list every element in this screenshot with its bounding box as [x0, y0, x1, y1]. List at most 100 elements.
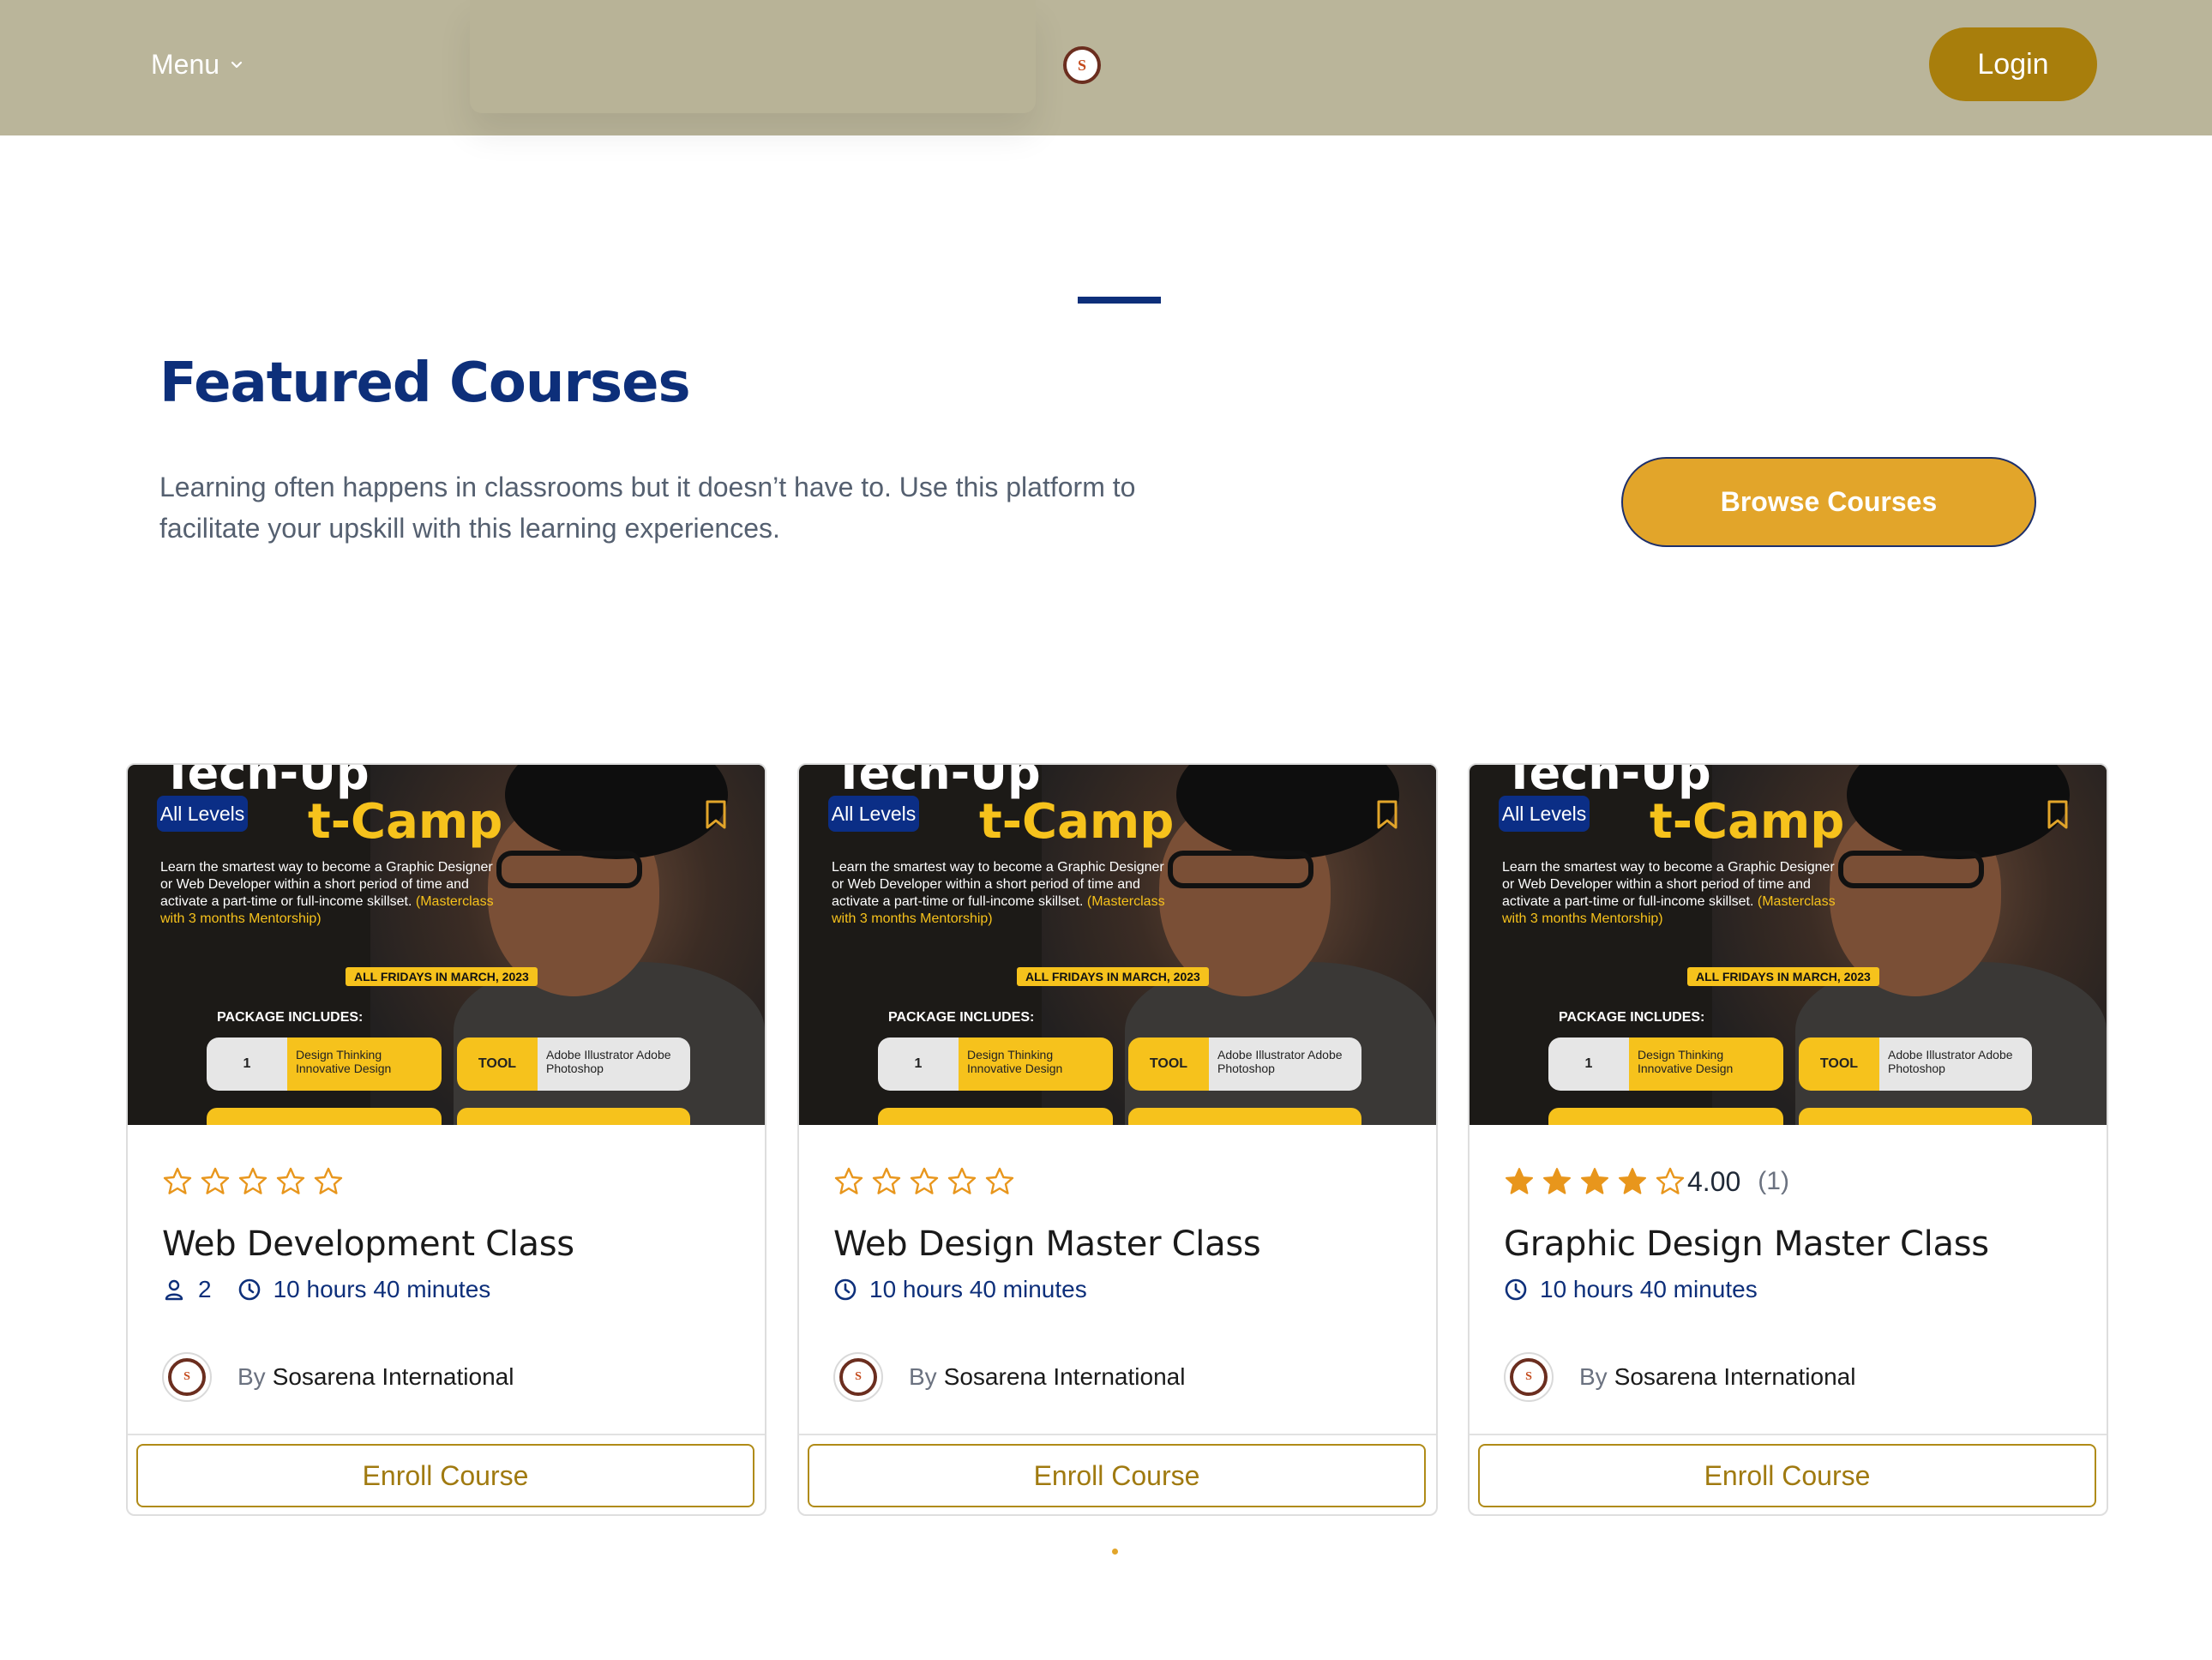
author-line: By Sosarena International — [237, 1363, 514, 1391]
course-title[interactable]: Web Design Master Class — [833, 1224, 1261, 1264]
author-name[interactable]: Sosarena International — [273, 1363, 514, 1390]
course-card-2: Tech-Up t-Camp Learn the smartest way to… — [797, 763, 1438, 1516]
card-divider — [799, 1434, 1436, 1435]
student-count: 2 — [162, 1276, 212, 1303]
thumbnail-pill-design: 1 Design Thinking Innovative Design — [207, 1038, 442, 1091]
course-title[interactable]: Graphic Design Master Class — [1504, 1224, 1989, 1264]
enroll-course-button[interactable]: Enroll Course — [136, 1444, 754, 1507]
author-name[interactable]: Sosarena International — [944, 1363, 1186, 1390]
thumbnail-date-tag: ALL FRIDAYS IN MARCH, 2023 — [346, 967, 538, 986]
thumbnail-figure-glasses — [496, 851, 642, 888]
star-icon — [947, 1167, 977, 1194]
star-icon — [314, 1167, 343, 1194]
student-count-value: 2 — [198, 1276, 212, 1302]
thumbnail-pill-tag: TOOL — [457, 1038, 538, 1091]
bookmark-icon[interactable] — [2046, 799, 2070, 830]
chevron-down-icon — [231, 61, 243, 69]
thumbnail-pill-text: Adobe Illustrator Adobe Photoshop — [1879, 1038, 2032, 1091]
card-divider — [128, 1434, 765, 1435]
thumbnail-pill-design: 1 Design Thinking Innovative Design — [1548, 1038, 1783, 1091]
course-duration-value: 10 hours 40 minutes — [273, 1276, 491, 1302]
carousel-dot[interactable] — [1112, 1549, 1118, 1555]
star-icon — [163, 1167, 192, 1194]
author-line: By Sosarena International — [1579, 1363, 1855, 1391]
section-accent-line — [1078, 297, 1161, 304]
thumbnail-pill-partial — [1799, 1108, 2032, 1125]
author-name[interactable]: Sosarena International — [1614, 1363, 1856, 1390]
thumbnail-blurb: Learn the smartest way to become a Graph… — [832, 859, 1175, 928]
rating-stars — [833, 1164, 1015, 1199]
course-author: S By Sosarena International — [1504, 1351, 1855, 1403]
avatar[interactable]: S — [833, 1352, 883, 1402]
course-meta: 10 hours 40 minutes — [1504, 1272, 1758, 1307]
thumbnail-pill-text: Design Thinking Innovative Design — [1629, 1038, 1783, 1091]
thumbnail-package-label: PACKAGE INCLUDES: — [217, 1010, 364, 1025]
star-icon — [276, 1167, 305, 1194]
thumbnail-pill-partial — [878, 1108, 1113, 1125]
thumbnail-date-tag: ALL FRIDAYS IN MARCH, 2023 — [1687, 967, 1879, 986]
clock-icon — [834, 1278, 857, 1301]
author-by-label: By — [909, 1363, 937, 1390]
card-divider — [1470, 1434, 2107, 1435]
star-icon — [872, 1167, 901, 1194]
star-icon — [1543, 1168, 1571, 1194]
thumbnail-date-tag: ALL FRIDAYS IN MARCH, 2023 — [1017, 967, 1209, 986]
thumbnail-pill-tag: TOOL — [1799, 1038, 1879, 1091]
site-header: Menu S Login — [0, 0, 2212, 135]
course-duration-value: 10 hours 40 minutes — [869, 1276, 1087, 1302]
thumbnail-pill-number: 1 — [1548, 1038, 1629, 1091]
bookmark-icon[interactable] — [1375, 799, 1399, 830]
thumbnail-headline-camp: t-Camp — [308, 794, 503, 850]
course-thumbnail[interactable]: Tech-Up t-Camp Learn the smartest way to… — [128, 765, 765, 1125]
course-thumbnail[interactable]: Tech-Up t-Camp Learn the smartest way to… — [1470, 765, 2107, 1125]
star-icon — [985, 1167, 1014, 1194]
avatar[interactable]: S — [1504, 1352, 1554, 1402]
enroll-course-button[interactable]: Enroll Course — [1478, 1444, 2096, 1507]
star-icon — [238, 1167, 267, 1194]
login-button[interactable]: Login — [1929, 27, 2097, 101]
thumbnail-pill-partial — [1548, 1108, 1783, 1125]
enroll-course-button[interactable]: Enroll Course — [808, 1444, 1426, 1507]
rating-count: (1) — [1758, 1167, 1789, 1195]
rating-stars: 4.00 (1) — [1504, 1164, 1789, 1199]
course-card-3: Tech-Up t-Camp Learn the smartest way to… — [1468, 763, 2108, 1516]
thumbnail-pill-partial — [1128, 1108, 1361, 1125]
author-by-label: By — [1579, 1363, 1608, 1390]
thumbnail-pill-partial — [457, 1108, 690, 1125]
author-line: By Sosarena International — [909, 1363, 1185, 1391]
course-duration: 10 hours 40 minutes — [1504, 1276, 1758, 1303]
author-by-label: By — [237, 1363, 266, 1390]
thumbnail-blurb: Learn the smartest way to become a Graph… — [1502, 859, 1845, 928]
course-meta: 10 hours 40 minutes — [833, 1272, 1087, 1307]
section-description: Learning often happens in classrooms but… — [159, 472, 1136, 544]
thumbnail-pill-number: 1 — [878, 1038, 959, 1091]
star-icon — [1619, 1168, 1646, 1194]
star-icon — [1506, 1168, 1533, 1194]
menu-dropdown-panel — [470, 0, 1036, 113]
rating-value: 4.00 — [1687, 1165, 1741, 1197]
thumbnail-pill-text: Adobe Illustrator Adobe Photoshop — [1209, 1038, 1361, 1091]
course-duration: 10 hours 40 minutes — [237, 1276, 491, 1303]
course-thumbnail[interactable]: Tech-Up t-Camp Learn the smartest way to… — [799, 765, 1436, 1125]
bookmark-icon[interactable] — [704, 799, 728, 830]
thumbnail-headline-camp: t-Camp — [979, 794, 1175, 850]
thumbnail-pill-number: 1 — [207, 1038, 287, 1091]
course-duration: 10 hours 40 minutes — [833, 1276, 1087, 1303]
thumbnail-pill-tools: TOOL Adobe Illustrator Adobe Photoshop — [1128, 1038, 1361, 1091]
star-icon — [834, 1167, 863, 1194]
level-badge: All Levels — [157, 796, 248, 832]
course-card-1: Tech-Up t-Camp Learn the smartest way to… — [126, 763, 766, 1516]
browse-courses-button[interactable]: Browse Courses — [1621, 457, 2036, 547]
menu-button[interactable]: Menu — [151, 45, 245, 84]
avatar[interactable]: S — [162, 1352, 212, 1402]
course-duration-value: 10 hours 40 minutes — [1540, 1276, 1758, 1302]
section-title: Featured Courses — [159, 352, 691, 415]
thumbnail-pill-partial — [207, 1108, 442, 1125]
star-icon — [1656, 1167, 1685, 1194]
site-logo[interactable]: S — [1063, 46, 1101, 84]
clock-icon — [1505, 1278, 1527, 1301]
course-title[interactable]: Web Development Class — [162, 1224, 574, 1264]
course-author: S By Sosarena International — [162, 1351, 514, 1403]
thumbnail-pill-design: 1 Design Thinking Innovative Design — [878, 1038, 1113, 1091]
course-meta: 2 10 hours 40 minutes — [162, 1272, 490, 1307]
